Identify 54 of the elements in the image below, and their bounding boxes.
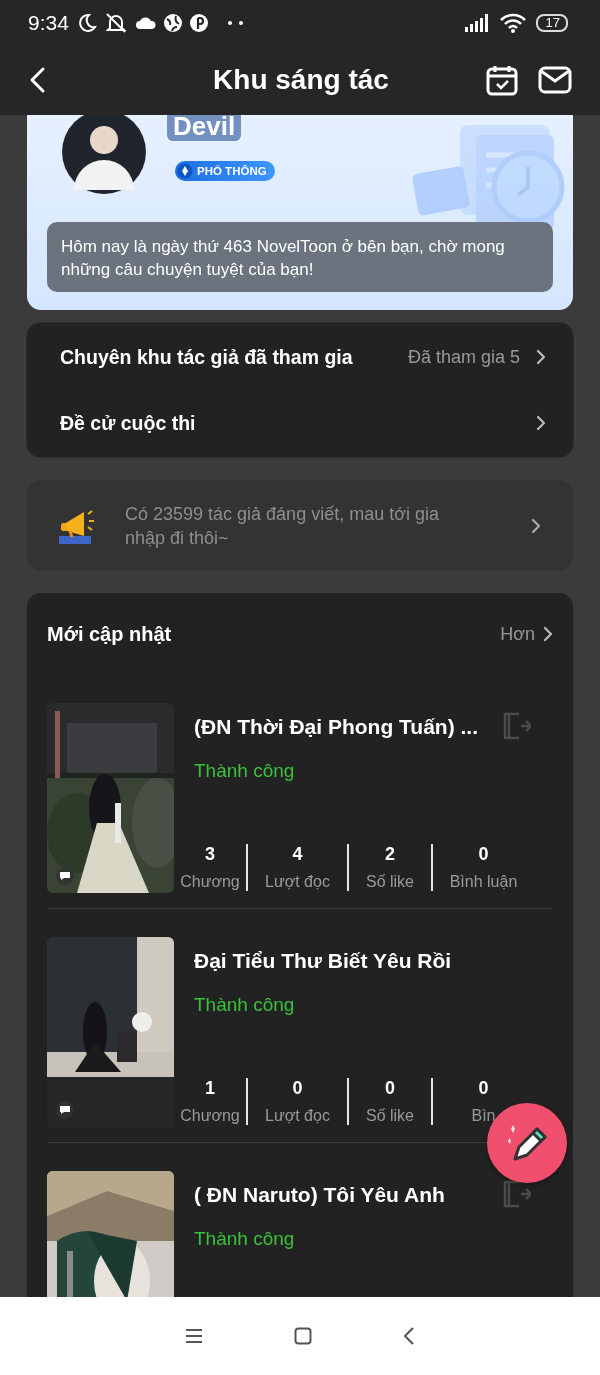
stat-value: 2 [385,844,395,865]
stat-label: Chương [180,873,240,891]
promo-text: Có 23599 tác giả đáng viết, mau tới gia nhập đi thôi~ [125,502,440,550]
chevron-right-icon [536,349,546,365]
moon-icon [76,12,97,33]
section-title: Mới cập nhật [47,622,173,646]
book-title[interactable]: (ĐN Thời Đại Phong Tuấn) ... [194,715,553,739]
stat-label: Số like [366,1107,414,1125]
export-icon[interactable] [501,1179,531,1209]
stat-value: 1 [205,1078,215,1099]
stat-label: Lượt đọc [265,873,330,891]
menu-value: Đã tham gia 5 [407,346,520,368]
book-status: Thành công [194,1228,296,1250]
stat-value: 4 [292,844,303,865]
battery-level: 17 [535,13,568,32]
menu-label: Đề cử cuộc thi [60,411,197,435]
stat-label: Bình luận [449,873,518,891]
user-name: Devil [167,115,242,141]
signal-icon [463,13,490,32]
cloud-icon [134,15,157,30]
level-badge: PHỔ THÔNG [175,161,275,181]
stat-label: Bìn [471,1107,496,1125]
page-title: Khu sáng tác [212,64,390,96]
menu-row[interactable]: Đề cử cuộc thi [27,390,573,456]
more-link[interactable]: Hơn [500,623,553,645]
book-status: Thành công [194,994,296,1016]
stat-value: 0 [292,1078,303,1099]
mail-button[interactable] [538,66,572,94]
welcome-message: Hôm nay là ngày thứ 463 NovelToon ở bên bạn, chờ mong những câu chuyện tuyệt của bạn! [47,222,553,292]
stat-label: Chương [180,1107,240,1125]
chevron-right-icon [543,626,553,642]
book-status: Thành công [194,760,296,782]
circle-app-icon [188,12,209,33]
stat-value: 3 [205,844,215,865]
menu-row[interactable]: Chuyên khu tác giả đã tham gia Đã tham gia 5 [27,324,573,390]
stat-label: Số like [366,873,414,891]
book-title[interactable]: ( ĐN Naruto) Tôi Yêu Anh [194,1183,553,1207]
chevron-right-icon [536,415,546,431]
stat-value: 0 [385,1078,395,1099]
promo-banner[interactable]: Có 23599 tác giả đáng viết, mau tới gia nhập đi thôi~ [27,480,573,571]
menu-label: Chuyên khu tác giả đã tham gia [60,345,354,369]
globe-icon [162,12,183,33]
wifi-icon [499,12,526,33]
chevron-right-icon [531,517,541,534]
stat-value: 0 [478,1078,489,1099]
back-button[interactable] [28,66,46,94]
status-time: 9:34 [28,10,69,35]
stat-value: 0 [478,844,489,865]
menu-button[interactable] [185,1328,204,1344]
back-button[interactable] [402,1327,415,1345]
book-title[interactable]: Đại Tiểu Thư Biết Yêu Rồi [194,949,553,973]
stat-label: Lượt đọc [265,1107,330,1125]
home-button[interactable] [294,1327,312,1345]
calendar-button[interactable] [486,64,518,96]
